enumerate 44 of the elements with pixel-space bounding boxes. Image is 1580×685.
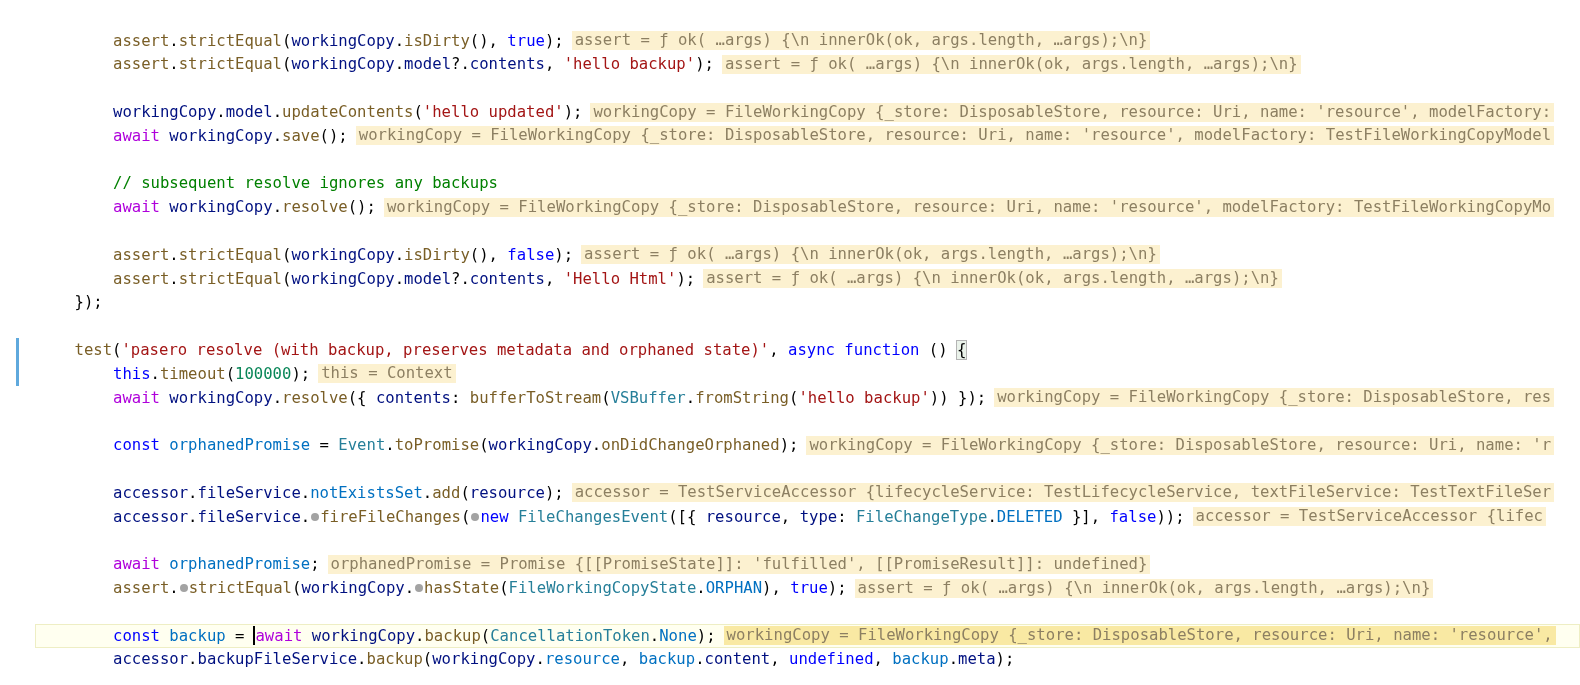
- code-text: await workingCopy.save();: [113, 126, 348, 145]
- code-text: accessor.backupFileService.backup(workingCopy.resource, backup.content, undefined, backup.meta);: [113, 650, 1015, 669]
- code-text: strictEqual(workingCopy.: [188, 579, 415, 597]
- code-text: assert.strictEqual(workingCopy.isDirty(), false);: [113, 245, 574, 264]
- inline-hint: assert = ƒ ok( …args) {\n innerOk(ok, args.length, …args);\n}: [721, 55, 1301, 74]
- code-text: assert.strictEqual(workingCopy.isDirty(), true);: [113, 31, 564, 50]
- code-text: await workingCopy.resolve();: [113, 198, 376, 217]
- code-text: });: [74, 293, 103, 312]
- code-text: // subsequent resolve ignores any backups: [113, 174, 498, 193]
- code-text: this.timeout(100000);: [113, 364, 311, 383]
- code-text: fireFileChanges(: [320, 507, 471, 526]
- code-text: workingCopy.model.updateContents('hello updated');: [113, 103, 583, 122]
- inline-hint: assert = ƒ ok( …args) {\n innerOk(ok, args.length, …args);\n}: [581, 245, 1160, 265]
- code-text: await workingCopy.backup(CancellationToken.None);: [255, 626, 716, 645]
- inline-hint: accessor = TestServiceAccessor {lifecycleService: TestLifecycleService, textFileService: TestTextFileSer: [571, 483, 1555, 503]
- inline-hint: assert = ƒ ok( …args) {\n innerOk(ok, args.length, …args);\n}: [571, 31, 1151, 51]
- code-text: assert.strictEqual(workingCopy.model?.contents, 'hello backup');: [113, 55, 714, 74]
- inline-hint: this = Context: [318, 364, 456, 384]
- code-text: assert.: [113, 579, 179, 597]
- inline-hint: accessor = TestServiceAccessor {lifec: [1192, 507, 1546, 527]
- code-text: accessor.fileService.notExistsSet.add(resource);: [113, 483, 564, 502]
- code-text: assert.strictEqual(workingCopy.model?.contents, 'Hello Html');: [113, 269, 696, 288]
- code-text: test('pasero resolve (with backup, preserves metadata and orphaned state)', async function () {: [74, 341, 967, 360]
- inline-hint: workingCopy = FileWorkingCopy {_store: DisposableStore, resource: Uri, name: 'resource',: [723, 626, 1556, 646]
- inline-hint: workingCopy = FileWorkingCopy {_store: DisposableStore, resource: Uri, name: 'resource', modelFactory:: [590, 102, 1555, 122]
- code-text: hasState(FileWorkingCopyState.ORPHAN), true);: [424, 579, 847, 597]
- code-text: accessor.fileService.: [113, 507, 311, 526]
- dot-icon[interactable]: [311, 512, 320, 521]
- dot-icon[interactable]: [415, 584, 424, 592]
- code-text: await workingCopy.resolve({ contents: bufferToStream(VSBuffer.fromString('hello backup')) });: [113, 388, 987, 407]
- code-text: const orphanedPromise = Event.toPromise(workingCopy.onDidChangeOrphaned);: [113, 436, 799, 455]
- inline-hint: orphanedPromise = Promise {[[PromiseState]]: 'fulfilled', [[PromiseResult]]: undefined}: [327, 554, 1151, 574]
- inline-hint: workingCopy = FileWorkingCopy {_store: DisposableStore, resource: Uri, name: 'resource', modelFactory: TestFileWorkingCopyModel: [355, 126, 1555, 146]
- inline-hint: workingCopy = FileWorkingCopy {_store: DisposableStore, resource: Uri, name: 'r: [806, 435, 1555, 455]
- code-text: await orphanedPromise;: [113, 555, 320, 574]
- code-text: new FileChangesEvent([{ resource, type: FileChangeType.DELETED }], false));: [480, 507, 1185, 526]
- code-text: const backup =: [113, 626, 245, 645]
- inline-hint: workingCopy = FileWorkingCopy {_store: DisposableStore, resource: Uri, name: 'resource', modelFactory: TestFileWorkingCopyMo: [383, 197, 1555, 217]
- dot-icon[interactable]: [471, 512, 480, 521]
- inline-hint: assert = ƒ ok( …args) {\n innerOk(ok, args.length, …args);\n}: [703, 269, 1282, 289]
- inline-hint: workingCopy = FileWorkingCopy {_store: DisposableStore, res: [994, 388, 1555, 408]
- dot-icon[interactable]: [179, 584, 188, 592]
- inline-hint: assert = ƒ ok( …args) {\n innerOk(ok, args.length, …args);\n}: [854, 578, 1434, 598]
- text-cursor: [253, 626, 256, 646]
